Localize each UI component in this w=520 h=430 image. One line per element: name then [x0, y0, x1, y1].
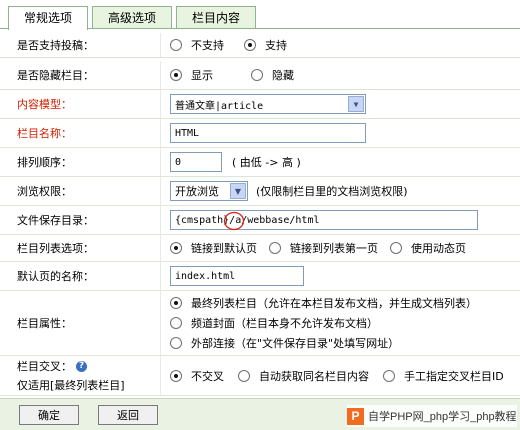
attribute-label: 栏目属性： — [17, 317, 72, 330]
save-dir-input[interactable]: {cmspath}/a/webbase/html — [170, 210, 478, 231]
cross-sublabel: 仅适用[最终列表栏目] — [17, 379, 125, 392]
radio-icon[interactable] — [170, 317, 182, 329]
row-attribute: 栏目属性： 最终列表栏目（允许在本栏目发布文档，并生成文档列表） 频道封面（栏目… — [0, 291, 520, 356]
attribute-option-channel-cover[interactable]: 频道封面（栏目本身不允许发布文档） — [170, 313, 378, 333]
confirm-button[interactable]: 确定 — [19, 405, 79, 425]
browse-permission-select[interactable]: 开放浏览 ▼ — [170, 181, 248, 201]
row-save-dir: 文件保存目录： {cmspath}/a/webbase/html — [0, 206, 520, 235]
watermark-text: 自学PHP网_php学习_php教程 — [368, 411, 517, 423]
back-button[interactable]: 返回 — [98, 405, 158, 425]
help-icon[interactable]: ? — [76, 360, 87, 372]
annotation-circle-icon — [223, 211, 245, 231]
cross-option-none[interactable]: 不交叉 — [170, 368, 224, 384]
content-model-select[interactable]: 普通文章|article ▼ — [170, 94, 366, 114]
radio-selected-icon[interactable] — [170, 69, 182, 81]
hidden-hide-option[interactable]: 隐藏 — [251, 67, 294, 83]
row-column-name: 栏目名称： HTML — [0, 119, 520, 148]
sort-order-input[interactable]: 0 — [170, 152, 222, 172]
radio-icon[interactable] — [238, 369, 250, 382]
row-sort-order: 排列顺序： 0 ( 由低 -> 高 ) — [0, 148, 520, 177]
radio-icon[interactable] — [383, 369, 395, 382]
list-option-first-page[interactable]: 链接到列表第一页 — [269, 240, 378, 256]
browse-permission-label: 浏览权限： — [17, 185, 72, 198]
radio-icon[interactable] — [390, 242, 402, 254]
list-option-default[interactable]: 链接到默认页 — [170, 240, 257, 256]
site-watermark: P 自学PHP网_php学习_php教程 — [347, 405, 517, 427]
row-allow-submit: 是否支持投稿： 不支持 支持 — [0, 33, 520, 58]
tab-bar: 常规选项 高级选项 栏目内容 — [8, 6, 512, 30]
row-list-options: 栏目列表选项： 链接到默认页 链接到列表第一页 使用动态页 — [0, 235, 520, 262]
radio-icon[interactable] — [170, 337, 182, 349]
radio-selected-icon[interactable] — [244, 39, 256, 51]
php-logo-icon: P — [347, 407, 364, 425]
sort-order-label: 排列顺序： — [17, 156, 72, 169]
radio-icon[interactable] — [170, 39, 182, 51]
row-browse-permission: 浏览权限： 开放浏览 ▼ (仅限制栏目里的文档浏览权限) — [0, 177, 520, 206]
attribute-option-final-list[interactable]: 最终列表栏目（允许在本栏目发布文档，并生成文档列表） — [170, 293, 477, 313]
tab-content[interactable]: 栏目内容 — [176, 6, 256, 29]
content-model-label: 内容模型： — [17, 98, 72, 111]
sort-order-hint: ( 由低 -> 高 ) — [232, 156, 301, 169]
tab-advanced[interactable]: 高级选项 — [92, 6, 172, 29]
column-name-label: 栏目名称： — [17, 127, 72, 140]
cross-option-auto[interactable]: 自动获取同名栏目内容 — [238, 368, 369, 384]
attribute-option-external-link[interactable]: 外部连接（在"文件保存目录"处填写网址） — [170, 333, 399, 353]
save-dir-label: 文件保存目录： — [17, 214, 94, 227]
list-option-dynamic[interactable]: 使用动态页 — [390, 240, 466, 256]
hidden-show-option[interactable]: 显示 — [170, 67, 213, 83]
default-page-input[interactable]: index.html — [170, 266, 304, 286]
radio-selected-icon[interactable] — [170, 242, 182, 254]
row-default-page: 默认页的名称： index.html — [0, 262, 520, 291]
default-page-label: 默认页的名称： — [17, 270, 94, 283]
allow-submit-no-option[interactable]: 不支持 — [170, 37, 224, 53]
radio-icon[interactable] — [269, 242, 281, 254]
hidden-label: 是否隐藏栏目： — [17, 69, 94, 82]
column-name-input[interactable]: HTML — [170, 123, 366, 143]
row-hidden: 是否隐藏栏目： 显示 隐藏 — [0, 61, 520, 90]
allow-submit-yes-option[interactable]: 支持 — [244, 37, 287, 53]
radio-selected-icon[interactable] — [170, 297, 182, 309]
radio-selected-icon[interactable] — [170, 369, 182, 382]
list-options-label: 栏目列表选项： — [17, 242, 94, 255]
allow-submit-label: 是否支持投稿： — [17, 39, 94, 52]
radio-icon[interactable] — [251, 69, 263, 81]
row-cross: 栏目交叉： ? 仅适用[最终列表栏目] 不交叉 自动获取同名栏目内容 手工指定交… — [0, 356, 520, 396]
row-content-model: 内容模型： 普通文章|article ▼ — [0, 90, 520, 119]
tab-general[interactable]: 常规选项 — [8, 6, 88, 30]
browse-permission-hint: (仅限制栏目里的文档浏览权限) — [256, 185, 408, 198]
chevron-down-icon[interactable]: ▼ — [230, 183, 246, 199]
chevron-down-icon[interactable]: ▼ — [348, 96, 364, 112]
cross-option-manual[interactable]: 手工指定交叉栏目ID — [383, 368, 504, 384]
cross-label: 栏目交叉： — [17, 360, 72, 373]
